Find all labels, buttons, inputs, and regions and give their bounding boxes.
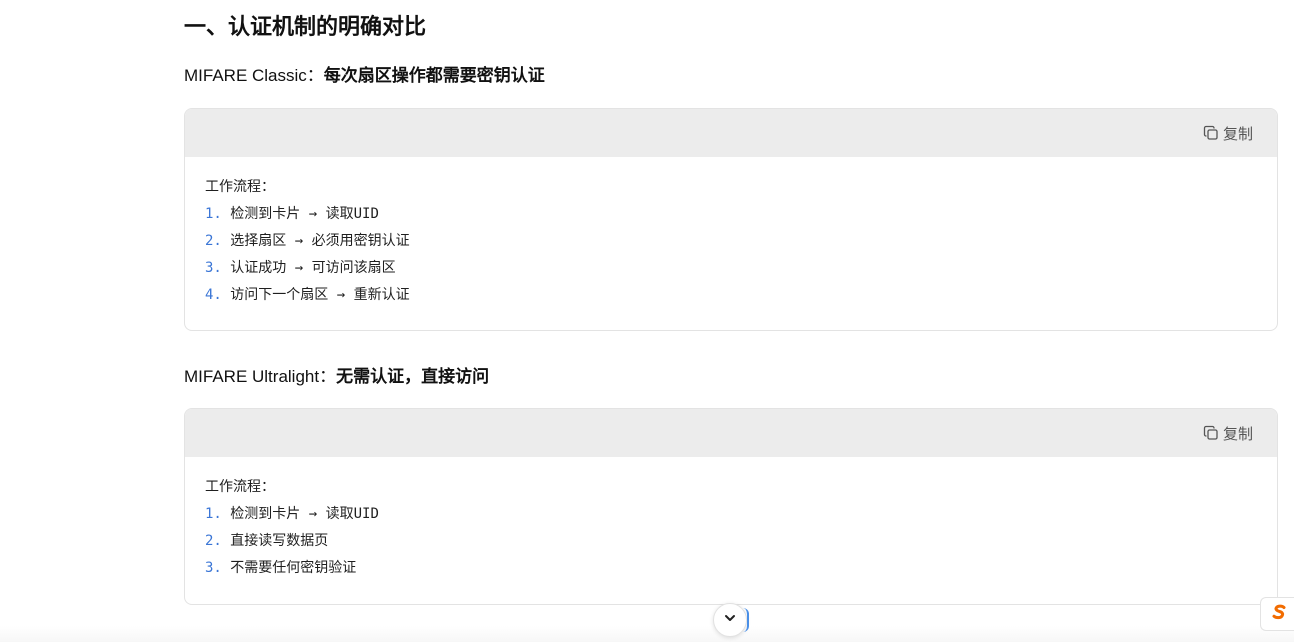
step-text: 访问下一个扇区 → 重新认证 xyxy=(230,287,410,303)
step-text: 认证成功 → 可访问该扇区 xyxy=(230,260,396,276)
code-step: 3. 认证成功 → 可访问该扇区 xyxy=(205,258,1257,285)
section-title: 一、认证机制的明确对比 xyxy=(184,14,427,39)
code-step: 2. 直接读写数据页 xyxy=(205,531,1257,558)
step-number: 2. xyxy=(205,533,222,549)
step-text: 检测到卡片 → 读取UID xyxy=(230,506,379,522)
copy-icon xyxy=(1203,425,1219,441)
copy-button[interactable]: 复制 xyxy=(1203,422,1253,444)
step-number: 3. xyxy=(205,260,222,276)
code-step: 2. 选择扇区 → 必须用密钥认证 xyxy=(205,231,1257,258)
floating-widget[interactable] xyxy=(1260,597,1294,631)
classic-code-block: 复制 工作流程： 1. 检测到卡片 → 读取UID 2. 选择扇区 → 必须用密… xyxy=(184,108,1278,331)
step-text: 不需要任何密钥验证 xyxy=(230,560,357,576)
code-step: 1. 检测到卡片 → 读取UID xyxy=(205,204,1257,231)
code-step: 4. 访问下一个扇区 → 重新认证 xyxy=(205,285,1257,312)
code-block-header: 复制 xyxy=(185,409,1277,457)
step-number: 4. xyxy=(205,287,222,303)
step-text: 选择扇区 → 必须用密钥认证 xyxy=(230,233,410,249)
s-logo-icon xyxy=(1270,603,1288,626)
code-step: 3. 不需要任何密钥验证 xyxy=(205,558,1257,585)
classic-heading: MIFARE Classic：每次扇区操作都需要密钥认证 xyxy=(184,64,545,88)
step-number: 3. xyxy=(205,560,222,576)
code-block-body: 工作流程： 1. 检测到卡片 → 读取UID 2. 直接读写数据页 3. 不需要… xyxy=(185,457,1277,585)
classic-heading-prefix: MIFARE Classic： xyxy=(184,66,324,85)
copy-icon xyxy=(1203,125,1219,141)
step-number: 2. xyxy=(205,233,222,249)
ultralight-heading-strong: 无需认证，直接访问 xyxy=(336,367,490,386)
copy-label: 复制 xyxy=(1222,125,1253,143)
copy-button[interactable]: 复制 xyxy=(1203,122,1253,144)
code-title: 工作流程： xyxy=(205,479,275,495)
ultralight-code-block: 复制 工作流程： 1. 检测到卡片 → 读取UID 2. 直接读写数据页 3. … xyxy=(184,408,1278,605)
chevron-down-icon xyxy=(723,611,737,630)
classic-heading-strong: 每次扇区操作都需要密钥认证 xyxy=(323,66,545,85)
step-number: 1. xyxy=(205,506,222,522)
scroll-to-bottom-button[interactable] xyxy=(713,603,749,637)
ultralight-heading: MIFARE Ultralight：无需认证，直接访问 xyxy=(184,365,489,389)
copy-label: 复制 xyxy=(1222,425,1253,443)
step-number: 1. xyxy=(205,206,222,222)
code-step: 1. 检测到卡片 → 读取UID xyxy=(205,504,1257,531)
step-text: 检测到卡片 → 读取UID xyxy=(230,206,379,222)
code-block-header: 复制 xyxy=(185,109,1277,157)
code-block-body: 工作流程： 1. 检测到卡片 → 读取UID 2. 选择扇区 → 必须用密钥认证… xyxy=(185,157,1277,312)
ultralight-heading-prefix: MIFARE Ultralight： xyxy=(184,367,337,386)
step-text: 直接读写数据页 xyxy=(230,533,329,549)
bottom-fade xyxy=(0,626,1294,642)
code-title: 工作流程： xyxy=(205,179,275,195)
